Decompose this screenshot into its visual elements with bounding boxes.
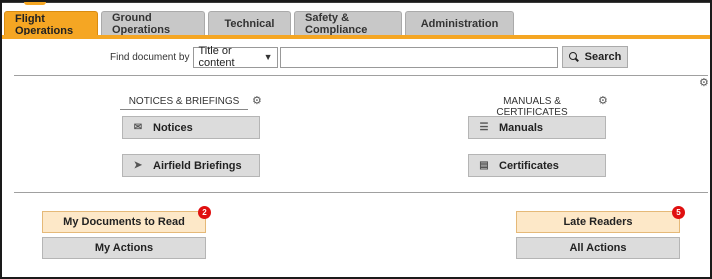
notices-settings-gear-icon[interactable]: ⚙ bbox=[252, 96, 262, 107]
tab-safety-compliance[interactable]: Safety & Compliance bbox=[294, 11, 402, 36]
my-documents-to-read-button[interactable]: My Documents to Read bbox=[42, 211, 206, 233]
search-button[interactable]: Search bbox=[561, 46, 628, 68]
late-readers-button[interactable]: Late Readers bbox=[516, 211, 680, 233]
my-actions-label: My Actions bbox=[94, 242, 154, 254]
search-field-select[interactable]: Title or content ▼ bbox=[192, 45, 278, 69]
layers-icon: ☰ bbox=[479, 122, 489, 133]
my-documents-count-badge: 2 bbox=[198, 206, 211, 219]
chevron-down-icon: ▼ bbox=[263, 52, 273, 62]
top-border bbox=[0, 0, 712, 3]
notices-button-label: Notices bbox=[153, 121, 193, 134]
notices-section-title: NOTICES & BRIEFINGS bbox=[120, 96, 248, 110]
my-actions-button[interactable]: My Actions bbox=[42, 237, 206, 259]
late-readers-label: Late Readers bbox=[563, 216, 633, 228]
divider-bottom bbox=[14, 192, 708, 193]
search-label: Find document by bbox=[110, 51, 190, 63]
manuals-button-label: Manuals bbox=[499, 121, 544, 134]
page-settings-gear-icon[interactable]: ⚙ bbox=[699, 78, 709, 89]
manuals-settings-gear-icon[interactable]: ⚙ bbox=[598, 96, 608, 107]
search-button-label: Search bbox=[584, 51, 622, 63]
tab-flight-operations[interactable]: Flight Operations bbox=[4, 11, 98, 37]
tab-bar: Flight Operations Ground Operations Tech… bbox=[4, 11, 514, 37]
search-field-selected: Title or content bbox=[198, 45, 235, 69]
tab-underline bbox=[2, 35, 710, 39]
all-actions-button[interactable]: All Actions bbox=[516, 237, 680, 259]
tab-technical[interactable]: Technical bbox=[208, 11, 291, 36]
manuals-button[interactable]: ☰ Manuals bbox=[468, 116, 606, 139]
divider-top bbox=[14, 75, 708, 76]
tab-administration[interactable]: Administration bbox=[405, 11, 514, 36]
certificate-icon: ▤ bbox=[479, 160, 489, 171]
search-input[interactable] bbox=[279, 46, 558, 68]
paper-plane-icon: ➤ bbox=[133, 160, 143, 171]
certificates-button-label: Certificates bbox=[499, 159, 559, 172]
all-actions-label: All Actions bbox=[569, 242, 627, 254]
my-documents-to-read-label: My Documents to Read bbox=[63, 216, 185, 228]
airfield-briefings-button[interactable]: ➤ Airfield Briefings bbox=[122, 154, 260, 177]
tab-ground-operations[interactable]: Ground Operations bbox=[101, 11, 205, 36]
top-accent-marker bbox=[24, 0, 46, 5]
certificates-button[interactable]: ▤ Certificates bbox=[468, 154, 606, 177]
search-bar: Find document by Title or content ▼ Sear… bbox=[110, 45, 628, 69]
airfield-briefings-button-label: Airfield Briefings bbox=[153, 159, 242, 172]
notices-button[interactable]: ✉ Notices bbox=[122, 116, 260, 139]
envelope-icon: ✉ bbox=[133, 122, 143, 133]
search-icon bbox=[568, 51, 580, 63]
late-readers-count-badge: 5 bbox=[672, 206, 685, 219]
